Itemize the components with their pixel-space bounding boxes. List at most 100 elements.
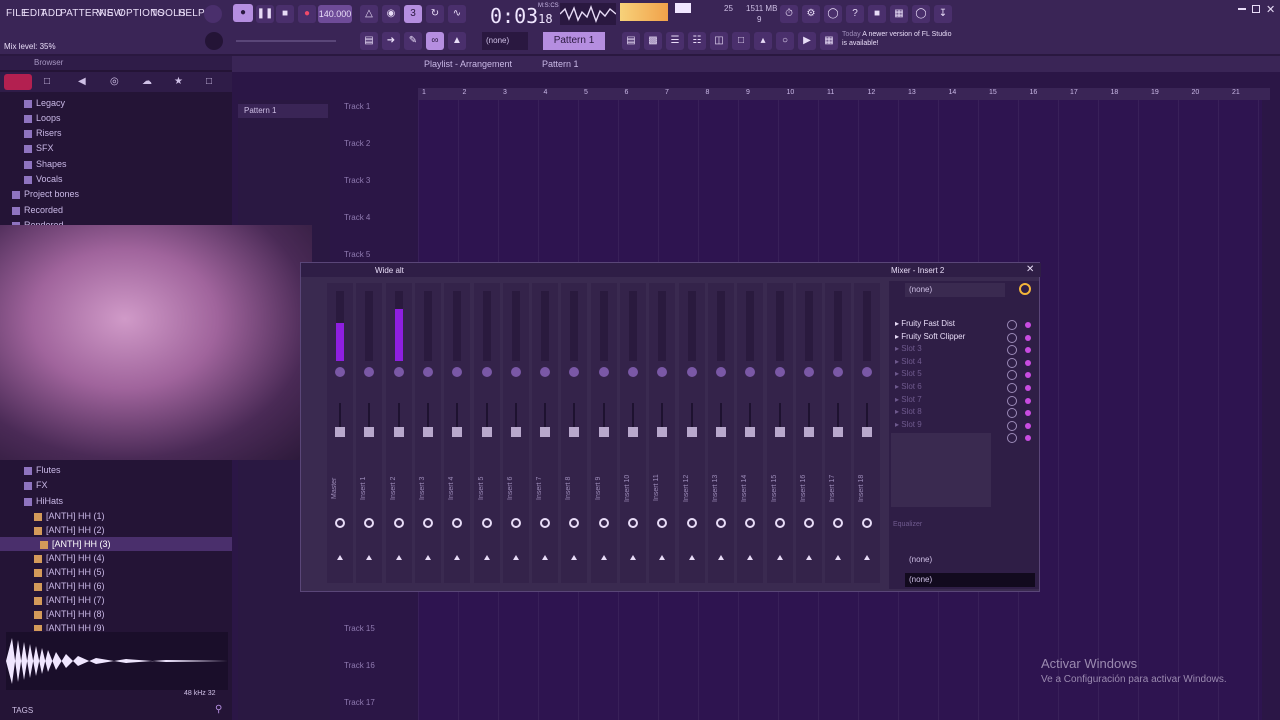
browser-star-icon[interactable]: ★ xyxy=(174,76,183,87)
slot-mix-knob[interactable] xyxy=(1007,395,1017,406)
slot-enable-icon[interactable] xyxy=(1025,422,1031,429)
loop-record-icon[interactable]: ↻ xyxy=(426,5,444,23)
send-arrow-icon[interactable] xyxy=(454,555,461,560)
browser-cloud-icon[interactable]: ☁ xyxy=(142,76,152,87)
plug-icon[interactable]: ▴ xyxy=(754,32,772,50)
stop-button[interactable]: ■ xyxy=(276,5,294,23)
insert-slot[interactable]: ▸ Slot 4 xyxy=(895,357,1035,369)
channel-enable-icon[interactable] xyxy=(598,518,609,528)
playlist-icon[interactable]: ▤ xyxy=(360,32,378,50)
mixer-strip[interactable]: Insert 5 xyxy=(473,283,500,583)
browser-item-hh-7[interactable]: [ANTH] HH (7) xyxy=(0,593,232,607)
channel-enable-icon[interactable] xyxy=(422,518,433,528)
mixer-strip[interactable]: Insert 10 xyxy=(620,283,646,583)
browser-item-project-bones[interactable]: Project bones xyxy=(0,187,232,201)
send-arrow-icon[interactable] xyxy=(835,555,842,560)
file-icon[interactable]: □ xyxy=(732,32,750,50)
mixer-strip[interactable]: Insert 15 xyxy=(766,283,793,583)
mixer-strip[interactable]: Insert 6 xyxy=(502,283,529,583)
browser-item-sfx[interactable]: SFX xyxy=(0,141,232,155)
channel-enable-icon[interactable] xyxy=(803,518,814,528)
slot-enable-icon[interactable] xyxy=(1025,372,1031,379)
pan-knob[interactable] xyxy=(803,367,814,377)
send-arrow-icon[interactable] xyxy=(717,555,724,560)
mixer-strip[interactable]: Insert 14 xyxy=(737,283,764,583)
mixer-close-icon[interactable]: ✕ xyxy=(1026,264,1034,275)
fader-cap[interactable] xyxy=(481,427,492,437)
link-icon[interactable]: ∞ xyxy=(426,32,444,50)
fader-cap[interactable] xyxy=(715,427,726,437)
timeline-ruler[interactable]: 1 2 3 4 5 6 7 8 9 10 11 12 13 14 15 16 17 18 19 20 21 xyxy=(418,88,1270,100)
mic-record-icon[interactable]: ○ xyxy=(776,32,794,50)
browser-globe-icon[interactable]: ◎ xyxy=(110,76,119,87)
help-icon[interactable]: ? xyxy=(846,5,864,23)
slot-enable-icon[interactable] xyxy=(1025,322,1031,328)
fader-cap[interactable] xyxy=(686,427,697,437)
browser-item-hh-8[interactable]: [ANTH] HH (8) xyxy=(0,607,232,621)
channel-enable-icon[interactable] xyxy=(774,518,785,528)
slot-enable-icon[interactable] xyxy=(1025,410,1031,417)
slot-mix-knob[interactable] xyxy=(1007,345,1017,356)
mixer-strip[interactable]: Insert 7 xyxy=(532,283,559,583)
slot-enable-icon[interactable] xyxy=(1025,397,1031,404)
send-arrow-icon[interactable] xyxy=(512,555,519,560)
channel-enable-icon[interactable] xyxy=(452,518,463,528)
slot-mix-knob[interactable] xyxy=(1007,332,1017,343)
insert-slot[interactable]: ▸ Slot 5 xyxy=(895,369,1035,381)
mixer-strip[interactable]: Insert 4 xyxy=(444,283,471,583)
channel-enable-icon[interactable] xyxy=(657,518,668,528)
browser-item-hihats[interactable]: HiHats xyxy=(0,494,232,508)
maximize-icon[interactable] xyxy=(1252,5,1260,13)
fader-cap[interactable] xyxy=(569,427,580,437)
slot-enable-icon[interactable] xyxy=(1025,359,1031,366)
browser-item-fx[interactable]: FX xyxy=(0,478,232,492)
routing-icon[interactable] xyxy=(1019,283,1031,295)
browser-item-loops[interactable]: Loops xyxy=(0,111,232,125)
news-icon[interactable]: ▦ xyxy=(820,32,838,50)
channel-enable-icon[interactable] xyxy=(686,518,697,528)
send-arrow-icon[interactable] xyxy=(337,555,343,560)
cpu-icon[interactable]: ⏱ xyxy=(780,5,798,23)
browser-item-hh-4[interactable]: [ANTH] HH (4) xyxy=(0,551,232,565)
insert-slot[interactable]: ▸ Slot 7 xyxy=(895,395,1035,407)
send-arrow-icon[interactable] xyxy=(366,555,373,560)
channel-enable-icon[interactable] xyxy=(510,518,521,528)
mixer-strip[interactable]: Insert 13 xyxy=(707,283,734,583)
insert-slot[interactable]: ▸ Slot 9 xyxy=(895,420,1035,432)
channel-enable-icon[interactable] xyxy=(540,518,551,528)
slot-mix-knob[interactable] xyxy=(1007,357,1017,368)
fader-cap[interactable] xyxy=(862,427,873,437)
send-arrow-icon[interactable] xyxy=(776,555,783,560)
slot-enable-icon[interactable] xyxy=(1025,385,1031,391)
slot-mix-knob[interactable] xyxy=(1007,433,1017,444)
fader-cap[interactable] xyxy=(833,427,844,437)
slot-mix-knob[interactable] xyxy=(1007,420,1017,431)
send-arrow-icon[interactable] xyxy=(424,555,431,560)
channel-enable-icon[interactable] xyxy=(862,518,873,528)
tempo-display[interactable]: 140.000 xyxy=(318,5,352,23)
channel-enable-icon[interactable] xyxy=(715,518,726,528)
fader-cap[interactable] xyxy=(774,427,785,437)
wait-for-input-icon[interactable]: ◉ xyxy=(382,5,400,23)
send-arrow-icon[interactable] xyxy=(864,555,871,560)
snap-select[interactable]: (none) xyxy=(482,32,528,50)
insert-slot[interactable]: ▸ Slot 8 xyxy=(895,407,1035,419)
send-arrow-icon[interactable] xyxy=(805,555,812,560)
pan-knob[interactable] xyxy=(481,367,492,377)
channel-enable-icon[interactable] xyxy=(833,518,844,528)
insert-slot[interactable]: ▸ Slot 3 xyxy=(895,344,1035,356)
send-arrow-icon[interactable] xyxy=(659,555,666,560)
mixer-strip[interactable]: Insert 17 xyxy=(825,283,852,583)
video-icon[interactable]: ▶ xyxy=(798,32,816,50)
track-label[interactable]: Track 2 xyxy=(344,139,416,148)
pan-knob[interactable] xyxy=(364,367,375,377)
track-label[interactable]: Track 5 xyxy=(344,250,416,259)
minimize-icon[interactable] xyxy=(1238,8,1246,10)
slot-mix-knob[interactable] xyxy=(1007,383,1017,393)
slot-mix-knob[interactable] xyxy=(1007,370,1017,381)
mixer-strip[interactable]: Insert 16 xyxy=(795,283,822,583)
slot-enable-icon[interactable] xyxy=(1025,435,1031,442)
menu-help[interactable]: HELP xyxy=(178,8,205,19)
save-icon[interactable]: ■ xyxy=(868,5,886,23)
metronome-icon[interactable]: △ xyxy=(360,5,378,23)
